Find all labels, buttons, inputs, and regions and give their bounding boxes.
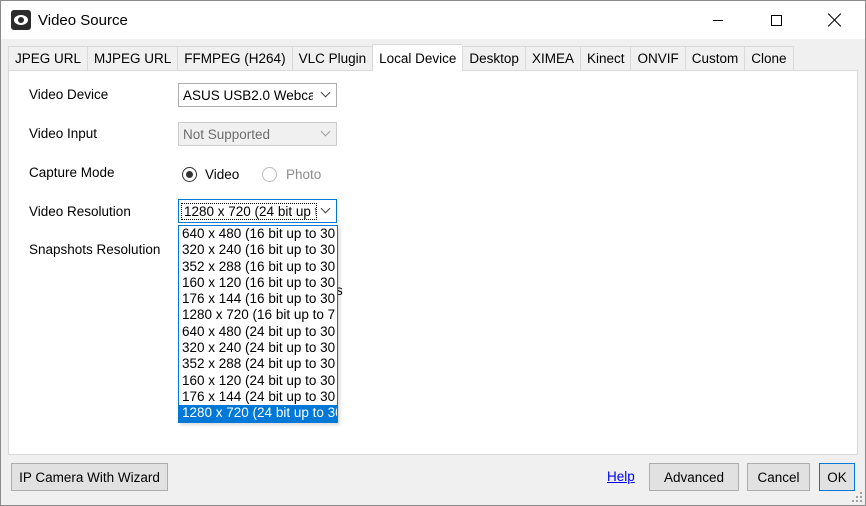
tab-desktop[interactable]: Desktop <box>462 46 525 71</box>
capture-mode-photo-label: Photo <box>286 167 322 182</box>
source-tabs: JPEG URL MJPEG URL FFMPEG (H264) VLC Plu… <box>8 44 794 71</box>
resolution-option[interactable]: 640 x 480 (24 bit up to 30 fps) <box>179 324 337 340</box>
resolution-option[interactable]: 176 x 144 (16 bit up to 30 fps) <box>179 291 337 307</box>
chevron-down-icon <box>321 89 331 99</box>
resolution-option[interactable]: 1280 x 720 (16 bit up to 7 fps) <box>179 307 337 323</box>
maximize-icon <box>770 14 782 26</box>
maximize-button[interactable] <box>753 1 799 39</box>
chevron-down-icon <box>321 128 331 138</box>
ok-button[interactable]: OK <box>819 463 855 491</box>
chevron-down-icon <box>321 205 331 215</box>
video-input-label: Video Input <box>29 126 98 141</box>
help-link[interactable]: Help <box>607 469 635 484</box>
video-resolution-label: Video Resolution <box>29 204 131 219</box>
ip-camera-wizard-button[interactable]: IP Camera With Wizard <box>11 463 168 491</box>
title-bar[interactable]: Video Source <box>1 1 865 39</box>
resolution-option[interactable]: 352 x 288 (24 bit up to 30 fps) <box>179 356 337 372</box>
resolution-option[interactable]: 320 x 240 (24 bit up to 30 fps) <box>179 340 337 356</box>
resolution-option-selected[interactable]: 1280 x 720 (24 bit up to 30 fps) <box>179 405 337 422</box>
snapshots-resolution-label: Snapshots Resolution <box>29 242 161 257</box>
capture-mode-photo-radio <box>262 167 277 182</box>
close-button[interactable] <box>812 1 858 39</box>
resolution-option[interactable]: 176 x 144 (24 bit up to 30 fps) <box>179 389 337 405</box>
tab-jpeg-url[interactable]: JPEG URL <box>8 46 88 71</box>
close-icon <box>828 13 842 27</box>
video-device-select[interactable]: ASUS USB2.0 Webcam <box>178 83 337 107</box>
video-input-value: Not Supported <box>183 127 271 142</box>
advanced-button[interactable]: Advanced <box>649 463 739 491</box>
video-source-dialog: Video Source JPEG URL MJPEG URL FFMPEG (… <box>0 0 866 506</box>
resize-grip-icon[interactable] <box>852 492 862 502</box>
tab-vlc-plugin[interactable]: VLC Plugin <box>291 46 373 71</box>
tab-ximea[interactable]: XIMEA <box>524 46 580 71</box>
video-resolution-value: 1280 x 720 (24 bit up to 30 fps) <box>181 203 317 220</box>
tab-mjpeg-url[interactable]: MJPEG URL <box>87 46 178 71</box>
resolution-option[interactable]: 160 x 120 (16 bit up to 30 fps) <box>179 275 337 291</box>
video-input-select: Not Supported <box>178 122 337 146</box>
minimize-icon <box>713 19 723 21</box>
local-device-panel <box>8 70 858 455</box>
tab-ffmpeg-h264[interactable]: FFMPEG (H264) <box>177 46 292 71</box>
resolution-option[interactable]: 640 x 480 (16 bit up to 30 fps) <box>179 226 337 242</box>
video-resolution-dropdown-list[interactable]: 640 x 480 (16 bit up to 30 fps) 320 x 24… <box>178 225 338 423</box>
cancel-button[interactable]: Cancel <box>747 463 810 491</box>
video-device-label: Video Device <box>29 87 109 102</box>
tab-onvif[interactable]: ONVIF <box>630 46 685 71</box>
window-title: Video Source <box>38 12 128 29</box>
capture-mode-video-radio[interactable] <box>182 167 197 182</box>
tab-local-device[interactable]: Local Device <box>372 44 463 71</box>
resolution-option[interactable]: 352 x 288 (16 bit up to 30 fps) <box>179 259 337 275</box>
minimize-button[interactable] <box>695 1 741 39</box>
resolution-option[interactable]: 160 x 120 (24 bit up to 30 fps) <box>179 373 337 389</box>
capture-mode-label: Capture Mode <box>29 165 115 180</box>
tab-kinect[interactable]: Kinect <box>579 46 631 71</box>
tab-clone[interactable]: Clone <box>744 46 794 71</box>
tab-custom[interactable]: Custom <box>684 46 745 71</box>
video-resolution-select[interactable]: 1280 x 720 (24 bit up to 30 fps) <box>178 199 337 223</box>
eye-app-icon <box>11 10 31 30</box>
video-device-value: ASUS USB2.0 Webcam <box>183 88 313 103</box>
resolution-option[interactable]: 320 x 240 (16 bit up to 30 fps) <box>179 242 337 258</box>
capture-mode-video-label[interactable]: Video <box>205 167 239 182</box>
